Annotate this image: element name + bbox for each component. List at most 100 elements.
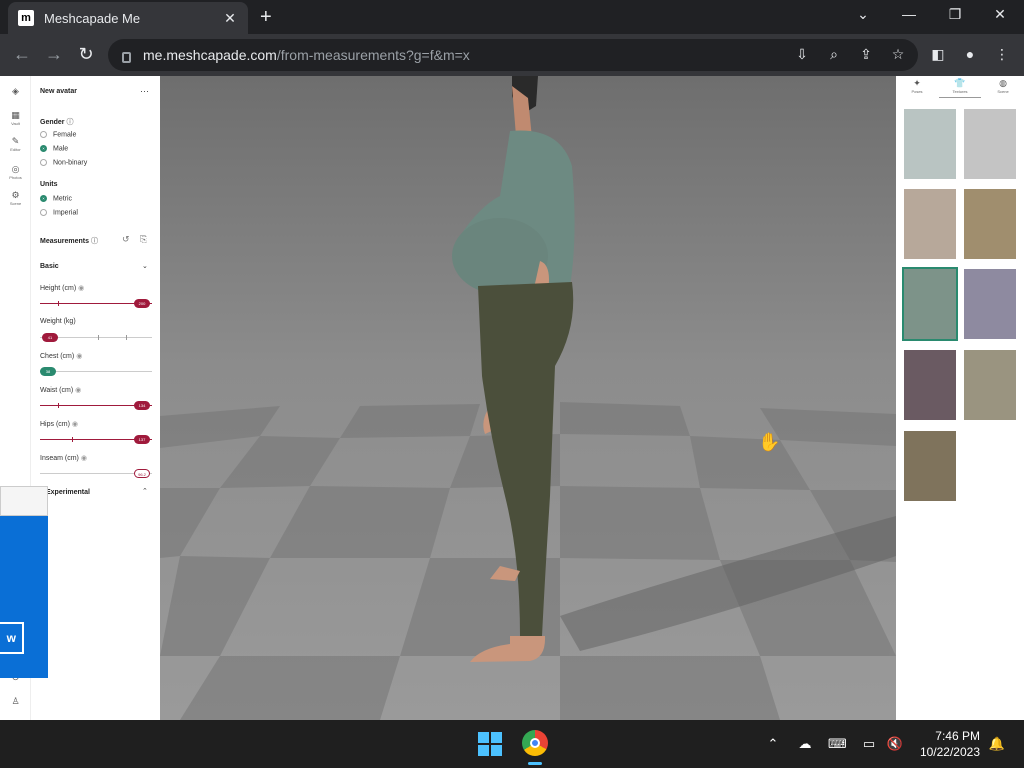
- slider-tick: [58, 403, 59, 408]
- option-label: Non-binary: [53, 159, 88, 167]
- tab-search-icon[interactable]: ⌄: [853, 6, 873, 23]
- eye-icon[interactable]: ◉: [75, 387, 81, 394]
- chevron-down-icon[interactable]: ⌄: [142, 262, 148, 270]
- eye-icon[interactable]: ◉: [78, 285, 84, 292]
- notification-bell-icon[interactable]: 🔔: [988, 736, 1006, 752]
- option-label: Imperial: [53, 209, 78, 217]
- tab-textures[interactable]: 👕 Textures: [939, 78, 981, 98]
- units-option-imperial[interactable]: Imperial: [40, 209, 78, 216]
- export-icon[interactable]: ⎘: [140, 234, 147, 245]
- popup-dialog: w: [0, 516, 48, 678]
- rail-logo[interactable]: ◈: [0, 86, 31, 97]
- rail-item-vault[interactable]: ▦ Vault: [0, 110, 31, 126]
- rail-item-photos[interactable]: ◎ Photos: [0, 164, 31, 180]
- eye-icon[interactable]: ◉: [72, 421, 78, 428]
- measure-label: Height (cm): [40, 285, 77, 292]
- info-icon: ⓘ: [90, 238, 98, 245]
- system-clock[interactable]: 7:46 PM 10/22/2023: [920, 728, 980, 760]
- zoom-icon[interactable]: ⌕: [824, 46, 844, 63]
- texture-thumbnail[interactable]: [904, 431, 956, 501]
- gender-option-female[interactable]: Female: [40, 131, 76, 138]
- units-label: Units: [40, 181, 58, 188]
- texture-thumbnail[interactable]: [964, 189, 1016, 259]
- height-slider-handle[interactable]: 200: [134, 299, 150, 308]
- slider-tick: [72, 437, 73, 442]
- install-app-icon[interactable]: ⇩: [792, 46, 812, 63]
- rail-account[interactable]: ♙: [0, 696, 31, 707]
- rail-item-editor[interactable]: ✎ Editor: [0, 136, 31, 152]
- chest-slider[interactable]: [40, 371, 152, 372]
- tab-label: Textures: [952, 89, 968, 94]
- radio-selected-icon: [40, 145, 47, 152]
- tab-poses[interactable]: ✦ Poses: [896, 78, 938, 98]
- texture-thumbnail[interactable]: [904, 109, 956, 179]
- restore-button[interactable]: ❐: [945, 6, 965, 23]
- units-option-metric[interactable]: Metric: [40, 195, 72, 202]
- inseam-slider-handle[interactable]: 96.2: [134, 469, 150, 478]
- option-label: Female: [53, 131, 77, 139]
- new-tab-button[interactable]: +: [260, 7, 272, 27]
- more-menu-icon[interactable]: ···: [140, 86, 149, 96]
- volume-muted-icon[interactable]: 🔇: [886, 736, 904, 752]
- tab-label: Poses: [911, 89, 923, 94]
- browser-tab[interactable]: m Meshcapade Me ✕: [8, 2, 248, 34]
- popup-action-button[interactable]: w: [0, 622, 24, 654]
- vault-icon: ▦: [11, 110, 20, 120]
- height-label: Height (cm) ◉: [40, 284, 84, 292]
- radio-icon: [40, 159, 47, 166]
- gender-option-nonbinary[interactable]: Non-binary: [40, 159, 87, 166]
- display-icon[interactable]: ▭: [860, 736, 878, 752]
- tab-close-icon[interactable]: ✕: [222, 10, 238, 27]
- bookmark-star-icon[interactable]: ☆: [888, 46, 908, 63]
- hips-slider-handle[interactable]: 137: [134, 435, 150, 444]
- 3d-viewport[interactable]: ✋: [160, 76, 896, 720]
- chrome-taskbar-icon[interactable]: [522, 730, 548, 756]
- minimize-button[interactable]: —: [899, 6, 919, 22]
- onedrive-icon[interactable]: ☁: [796, 736, 814, 752]
- gender-option-male[interactable]: Male: [40, 145, 68, 152]
- slider-tick: [126, 335, 127, 340]
- tab-scene[interactable]: ◍ Scene: [982, 78, 1024, 98]
- texture-thumbnail-selected[interactable]: [902, 267, 958, 341]
- option-label: Male: [53, 145, 69, 153]
- weight-label: Weight (kg): [40, 318, 76, 325]
- info-icon: ⓘ: [66, 119, 74, 126]
- texture-thumbnail[interactable]: [904, 350, 956, 420]
- user-icon: ♙: [11, 696, 20, 706]
- slider-tick: [98, 335, 99, 340]
- camera-icon: ◎: [11, 164, 20, 174]
- rail-label: Editor: [10, 147, 21, 152]
- keyboard-icon[interactable]: ⌨: [828, 736, 847, 752]
- chevron-up-icon[interactable]: ⌃: [142, 487, 148, 495]
- reset-icon[interactable]: ↺: [122, 234, 130, 245]
- texture-thumbnail[interactable]: [964, 350, 1016, 420]
- eye-icon[interactable]: ◉: [76, 353, 82, 360]
- texture-thumbnail[interactable]: [964, 269, 1016, 339]
- slider-tick: [58, 301, 59, 306]
- browser-menu-icon[interactable]: ⋮: [992, 46, 1012, 63]
- windows-start-icon[interactable]: [478, 732, 502, 756]
- chest-slider-handle[interactable]: 38: [40, 367, 56, 376]
- site-favicon-icon: m: [18, 10, 34, 26]
- weight-slider-handle[interactable]: 41: [42, 333, 58, 342]
- measurement-panel: New avatar ··· Gender ⓘ Female Male Non-…: [32, 76, 160, 720]
- rail-item-scene[interactable]: ⚙ Scene: [0, 190, 31, 206]
- side-panel-icon[interactable]: ◧: [928, 46, 948, 63]
- popup-header: [0, 486, 48, 516]
- share-icon[interactable]: ⇪: [856, 46, 876, 63]
- texture-thumbnail[interactable]: [904, 189, 956, 259]
- windows-taskbar: ⌃ ☁ ⌨ ▭ 🔇 7:46 PM 10/22/2023 🔔: [0, 720, 1024, 768]
- tray-overflow-icon[interactable]: ⌃: [764, 736, 782, 752]
- waist-slider-handle[interactable]: 134: [134, 401, 150, 410]
- profile-icon[interactable]: ●: [960, 46, 980, 62]
- experimental-label: Experimental: [46, 489, 90, 496]
- forward-arrow-icon[interactable]: →: [44, 44, 64, 65]
- hips-label: Hips (cm) ◉: [40, 420, 78, 428]
- reload-icon[interactable]: ↻: [76, 44, 96, 65]
- texture-thumbnail[interactable]: [964, 109, 1016, 179]
- back-arrow-icon[interactable]: ←: [12, 44, 32, 65]
- active-app-indicator: [528, 762, 542, 765]
- inseam-label: Inseam (cm) ◉: [40, 454, 87, 462]
- close-window-button[interactable]: ✕: [990, 6, 1010, 23]
- eye-icon[interactable]: ◉: [81, 455, 87, 462]
